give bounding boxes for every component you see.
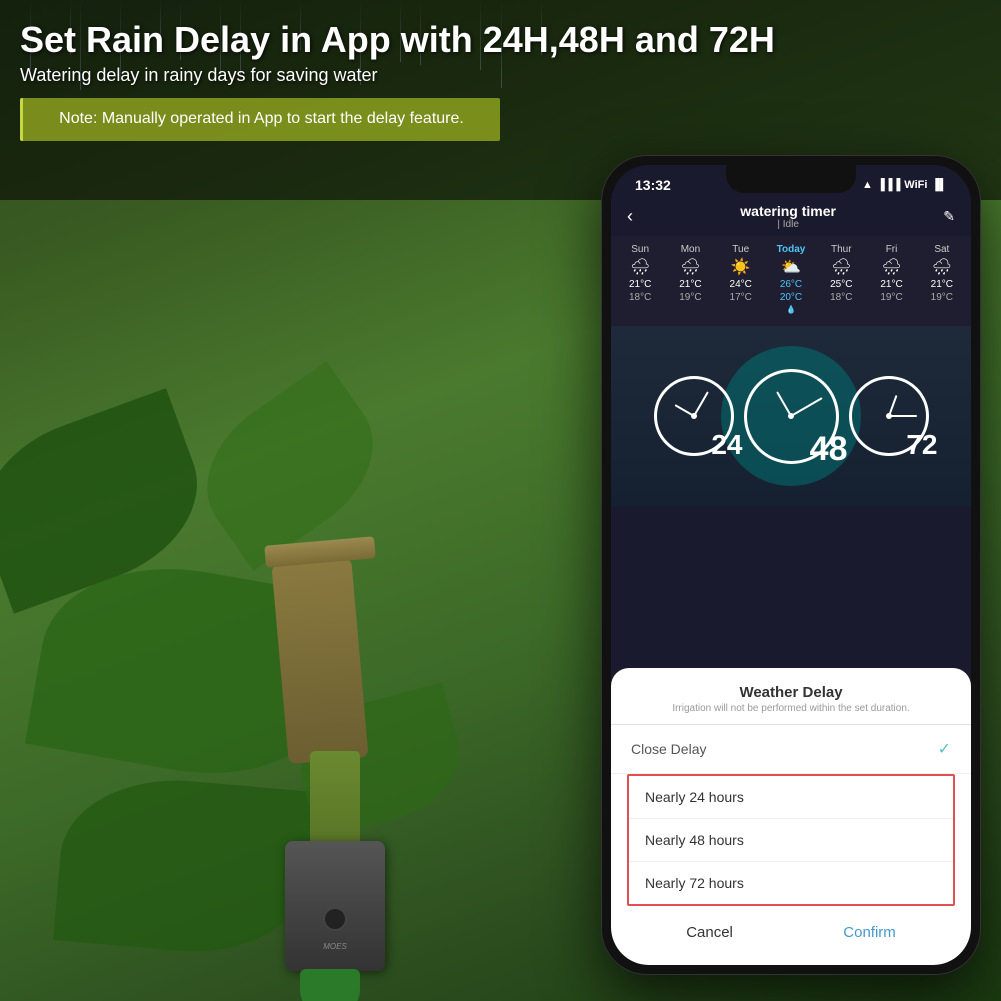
main-title: Set Rain Delay in App with 24H,48H and 7…	[20, 18, 981, 61]
weather-strip: Sun 🌧 21°C 18°C Mon 🌧 21°C 19°C Tu	[611, 236, 971, 326]
phone-notch	[726, 165, 856, 193]
day-sun: Sun	[631, 244, 649, 255]
day-today: Today	[777, 244, 806, 255]
clock-24[interactable]: 24	[654, 376, 734, 456]
phone-outer: 13:32 ▲ ▐▐▐ WiFi ▐▌ ‹ watering timer | I…	[601, 155, 981, 975]
clock-center-72	[886, 413, 892, 419]
temp-low-sun: 18°C	[629, 292, 651, 303]
clock-72[interactable]: 72	[849, 376, 929, 456]
header-section: Set Rain Delay in App with 24H,48H and 7…	[0, 0, 1001, 141]
close-delay-label: Close Delay	[631, 741, 706, 757]
clock-center-24	[691, 413, 697, 419]
app-title: watering timer	[633, 203, 943, 219]
temp-low-mon: 19°C	[679, 292, 701, 303]
clock-48[interactable]: 48	[744, 369, 839, 464]
option-48-label: Nearly 48 hours	[645, 832, 744, 848]
app-title-section: watering timer | Idle	[633, 203, 943, 230]
phone-container: 13:32 ▲ ▐▐▐ WiFi ▐▌ ‹ watering timer | I…	[601, 155, 981, 975]
day-col-fri: Fri 🌧 21°C 19°C	[871, 244, 913, 314]
weather-fri: 🌧	[881, 257, 901, 277]
subtitle: Watering delay in rainy days for saving …	[20, 65, 981, 86]
clock-number-72: 72	[906, 429, 937, 461]
temp-high-sat: 21°C	[931, 279, 953, 290]
temp-low-thu: 18°C	[830, 292, 852, 303]
temp-high-thu: 25°C	[830, 279, 852, 290]
temp-high-sun: 21°C	[629, 279, 651, 290]
temp-high-mon: 21°C	[679, 279, 701, 290]
clock-number-24: 24	[711, 429, 742, 461]
options-box: Nearly 24 hours Nearly 48 hours Nearly 7…	[627, 774, 955, 906]
modal-title: Weather Delay	[611, 684, 971, 701]
day-mon: Mon	[681, 244, 700, 255]
status-time: 13:32	[635, 177, 671, 193]
clock-number-48: 48	[810, 430, 848, 469]
clocks-area: 24 48	[611, 326, 971, 506]
signal-icon: ▐▐▐	[877, 179, 900, 191]
day-col-sun: Sun 🌧 21°C 18°C	[619, 244, 661, 314]
day-col-thu: Thur 🌧 25°C 18°C	[820, 244, 862, 314]
option-72hours[interactable]: Nearly 72 hours	[629, 862, 953, 904]
location-icon: ▲	[862, 179, 873, 191]
temp-low-fri: 19°C	[880, 292, 902, 303]
weather-tue: ☀️	[731, 257, 751, 277]
confirm-button[interactable]: Confirm	[813, 920, 926, 945]
temp-high-tue: 24°C	[730, 279, 752, 290]
option-24hours[interactable]: Nearly 24 hours	[629, 776, 953, 819]
day-sat: Sat	[934, 244, 949, 255]
option-72-label: Nearly 72 hours	[645, 875, 744, 891]
app-header: ‹ watering timer | Idle ✎	[611, 197, 971, 236]
day-col-sat: Sat 🌧 21°C 19°C	[921, 244, 963, 314]
days-row: Sun 🌧 21°C 18°C Mon 🌧 21°C 19°C Tu	[615, 244, 967, 314]
modal-panel: Weather Delay Irrigation will not be per…	[611, 668, 971, 965]
check-icon: ✓	[938, 739, 951, 759]
temp-high-today: 26°C	[780, 279, 802, 290]
weather-thu: 🌧	[831, 257, 851, 277]
phone-screen: 13:32 ▲ ▐▐▐ WiFi ▐▌ ‹ watering timer | I…	[611, 165, 971, 965]
temp-high-fri: 21°C	[880, 279, 902, 290]
modal-actions: Cancel Confirm	[611, 906, 971, 965]
temp-low-tue: 17°C	[730, 292, 752, 303]
cancel-button[interactable]: Cancel	[656, 920, 763, 945]
clock-minute-hand-48	[791, 397, 823, 417]
clock-center-48	[788, 413, 794, 419]
app-status: | Idle	[633, 219, 943, 230]
weather-sat: 🌧	[932, 257, 952, 277]
weather-sun: 🌧	[630, 257, 650, 277]
temp-low-today: 20°C	[780, 292, 802, 303]
clock-circle-48: 48	[744, 369, 839, 464]
wifi-icon: WiFi	[904, 179, 927, 191]
day-col-mon: Mon 🌧 21°C 19°C	[669, 244, 711, 314]
day-col-today: Today ⛅ 26°C 20°C 💧	[770, 244, 812, 314]
weather-today: ⛅	[781, 257, 801, 277]
weather-mon: 🌧	[680, 257, 700, 277]
temp-low-sat: 19°C	[931, 292, 953, 303]
status-icons: ▲ ▐▐▐ WiFi ▐▌	[862, 179, 947, 191]
clock-circle-72: 72	[849, 376, 929, 456]
note-text: Note: Manually operated in App to start …	[39, 108, 484, 130]
day-tue: Tue	[732, 244, 749, 255]
clock-circle-24: 24	[654, 376, 734, 456]
battery-icon: ▐▌	[931, 179, 947, 191]
clock-minute-hand-72	[889, 415, 917, 417]
option-close-delay[interactable]: Close Delay ✓	[611, 725, 971, 774]
option-48hours[interactable]: Nearly 48 hours	[629, 819, 953, 862]
note-box: Note: Manually operated in App to start …	[20, 98, 500, 140]
modal-subtitle: Irrigation will not be performed within …	[611, 703, 971, 714]
content-layer: Set Rain Delay in App with 24H,48H and 7…	[0, 0, 1001, 1001]
day-thu: Thur	[831, 244, 852, 255]
option-24-label: Nearly 24 hours	[645, 789, 744, 805]
day-col-tue: Tue ☀️ 24°C 17°C	[720, 244, 762, 314]
day-fri: Fri	[886, 244, 898, 255]
rain-indicator: 💧	[786, 305, 796, 314]
edit-button[interactable]: ✎	[943, 208, 955, 225]
